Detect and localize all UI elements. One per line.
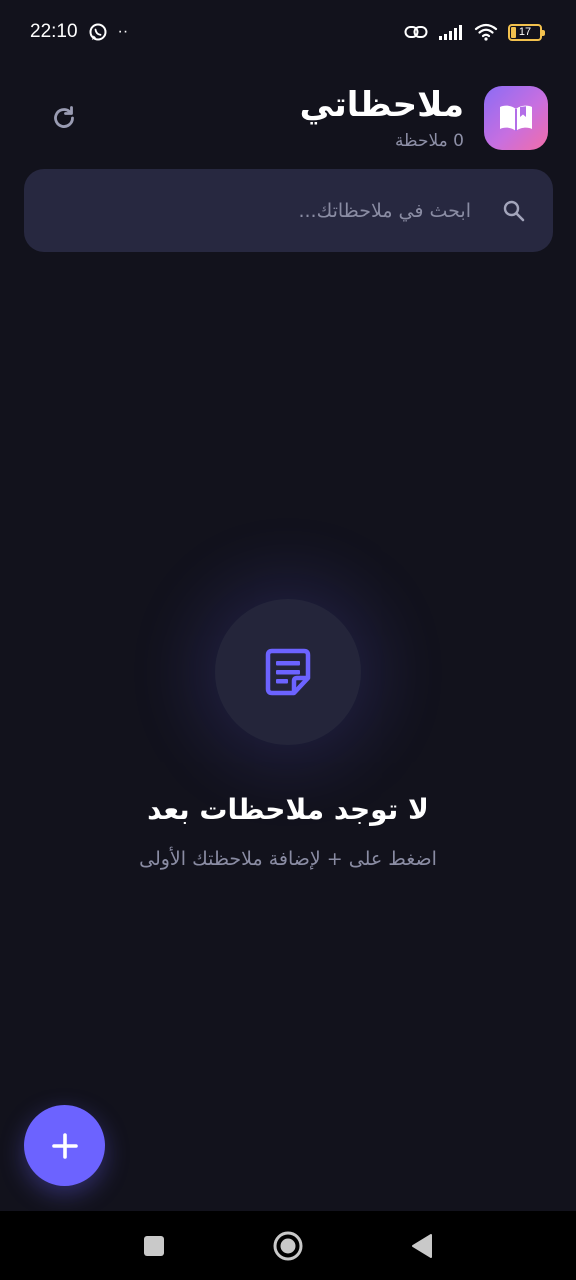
system-nav-bar [0, 1211, 576, 1280]
notification-dots: ·· [117, 23, 129, 40]
plus-icon [51, 1132, 78, 1159]
status-right: 17 [404, 22, 545, 42]
empty-state-icon-circle [215, 599, 361, 745]
empty-state: لا توجد ملاحظات بعد اضغط على + لإضافة مل… [0, 599, 576, 870]
battery-level: 17 [518, 26, 532, 38]
search-input[interactable] [24, 180, 499, 241]
recents-button[interactable] [134, 1226, 174, 1266]
home-circle-icon [273, 1231, 303, 1260]
status-bar: 22:10 ·· 17 [0, 0, 576, 64]
add-note-button[interactable] [24, 1105, 105, 1186]
empty-state-subtitle: اضغط على + لإضافة ملاحظتك الأولى [139, 848, 437, 870]
recents-square-icon [144, 1235, 164, 1256]
link-icon [404, 23, 428, 41]
header-title-group: ملاحظاتي 0 ملاحظة [300, 85, 548, 151]
refresh-button[interactable] [40, 94, 88, 142]
app-header: ملاحظاتي 0 ملاحظة [24, 82, 548, 154]
title-block: ملاحظاتي 0 ملاحظة [300, 85, 464, 151]
battery-icon: 17 [508, 23, 545, 41]
note-icon [265, 648, 311, 696]
back-button[interactable] [402, 1226, 442, 1266]
whatsapp-icon [88, 22, 108, 42]
page-title: ملاحظاتي [299, 85, 464, 125]
status-time: 22:10 [30, 21, 78, 42]
refresh-icon [54, 106, 74, 128]
status-left: 22:10 ·· [30, 21, 128, 43]
home-button[interactable] [268, 1226, 308, 1266]
wifi-icon [474, 22, 498, 42]
open-book-icon [500, 105, 532, 131]
search-icon [499, 196, 529, 226]
battery-fill [511, 26, 516, 38]
search-bar[interactable] [24, 169, 553, 252]
empty-state-title: لا توجد ملاحظات بعد [147, 793, 429, 826]
back-triangle-icon [412, 1233, 432, 1258]
signal-icon [438, 23, 464, 41]
notes-app-screen: 22:10 ·· 17 ملاحظاتي 0 ملاحظة ابحث في مل… [0, 0, 576, 1280]
notes-count: 0 ملاحظة [394, 131, 464, 151]
app-logo [484, 86, 548, 150]
